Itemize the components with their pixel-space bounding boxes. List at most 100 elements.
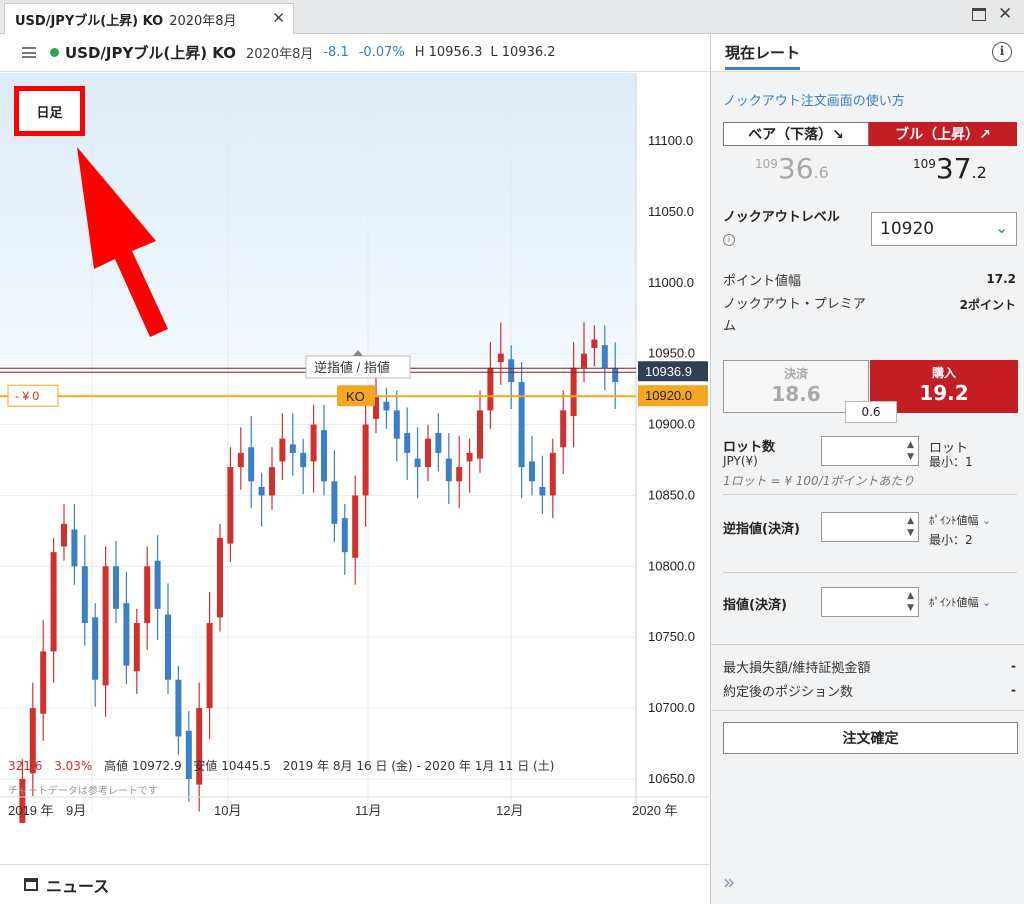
candle-body [248, 447, 255, 482]
timeframe-button[interactable]: 日足 [14, 86, 85, 136]
candle-body [560, 410, 567, 448]
order-tag-label: 逆指値 / 指値 [314, 360, 390, 375]
candle-body [40, 651, 47, 714]
confirm-order-button[interactable]: 注文確定 [723, 722, 1018, 754]
stop-input[interactable]: ▲ ▼ [821, 512, 919, 542]
candle-body [549, 452, 556, 496]
bull-button[interactable]: ブル（上昇）↗ [869, 122, 1017, 146]
candle-body [435, 433, 442, 453]
howto-link[interactable]: ノックアウト注文画面の使い方 [723, 90, 905, 109]
stepper-down-icon[interactable]: ▼ [907, 603, 914, 613]
candle-body [154, 560, 161, 609]
candle-body [331, 481, 338, 524]
max-loss-value: - [1011, 659, 1016, 673]
candle-body [144, 566, 151, 624]
candle-body [269, 467, 275, 496]
ko-info-icon[interactable]: i [723, 234, 735, 246]
stepper-up-icon[interactable]: ▲ [907, 516, 914, 526]
candle-body [81, 566, 88, 624]
limit-unit[interactable]: ﾎﾟｲﾝﾄ値幅 ⌄ [929, 594, 991, 610]
candle-body [175, 679, 182, 737]
candle-body [425, 438, 431, 468]
x-axis-label: 10月 [214, 803, 241, 818]
panel-header: 現在レート i [711, 34, 1024, 72]
x-axis-label: 9月 [66, 803, 86, 818]
tab-bar: USD/JPYブル(上昇) KO 2020年8月 ✕ ✕ [0, 0, 1024, 34]
lot-label: ロット数 [723, 440, 776, 455]
stop-unit[interactable]: ﾎﾟｲﾝﾄ値幅 ⌄ [929, 512, 991, 528]
candle-body [102, 566, 109, 686]
instrument-month: 2020年8月 [245, 47, 314, 62]
ko-badge-label: KO [346, 389, 365, 404]
stepper-down-icon[interactable]: ▼ [907, 528, 914, 538]
candle-body [352, 495, 359, 558]
maximize-icon[interactable] [972, 8, 986, 21]
candle-body [61, 523, 67, 547]
candle-body [581, 353, 587, 368]
candlestick-chart-svg[interactable]: 11100.0 11050.0 11000.0 10950.0 10900.0 10850… [0, 73, 710, 869]
x-axis-label: 2020 年 [632, 803, 678, 818]
price-chart[interactable]: 11100.0 11050.0 11000.0 10950.0 10900.0 10850… [0, 73, 710, 869]
point-width-value: 17.2 [986, 272, 1016, 286]
news-bar[interactable]: ニュース [0, 864, 710, 904]
candle-body [300, 452, 307, 468]
bull-rate: 109 37 .2 [913, 152, 987, 185]
stats-range: 2019 年 8月 16 日 (金) - 2020 年 1月 11 日 (土) [282, 759, 555, 773]
status-dot-icon [50, 48, 59, 57]
stats-pct: 3.03% [54, 759, 93, 773]
hamburger-menu-icon[interactable] [22, 47, 36, 58]
candle-body [113, 566, 119, 609]
lot-note: 1ロット = ¥ 100/1ポイントあたり [723, 474, 915, 488]
candle-body [50, 552, 57, 652]
stepper-down-icon[interactable]: ▼ [907, 452, 914, 462]
candle-body [279, 438, 286, 462]
stepper-up-icon[interactable]: ▲ [907, 440, 914, 450]
price-change-pct: -0.07% [358, 45, 405, 60]
candle-body [456, 467, 463, 482]
candle-body [601, 345, 608, 368]
candle-body [404, 433, 411, 453]
candle-body [321, 430, 327, 482]
lot-input[interactable]: ▲ ▼ [821, 436, 919, 466]
price-axis-label: 10750.0 [648, 629, 695, 644]
close-icon[interactable]: ✕ [272, 9, 285, 27]
x-axis-label: 12月 [496, 803, 523, 818]
tab-month: 2020年8月 [169, 13, 237, 29]
price-axis-label: 11050.0 [648, 204, 694, 219]
limit-label: 指値(決済) [723, 598, 787, 613]
tab-current-rate[interactable]: 現在レート [725, 42, 801, 70]
window-close-icon[interactable]: ✕ [998, 4, 1012, 24]
tab-title: USD/JPYブル(上昇) KO [15, 13, 164, 29]
candle-body [217, 537, 223, 618]
candle-body [612, 367, 619, 383]
positions-label: 約定後のポジション数 [723, 685, 854, 700]
candle-body [518, 382, 525, 468]
ko-level-label: ノックアウトレベル [723, 210, 840, 225]
limit-input[interactable]: ▲ ▼ [821, 587, 919, 617]
chart-tab[interactable]: USD/JPYブル(上昇) KO 2020年8月 ✕ [4, 3, 294, 34]
price-axis-label: 11100.0 [648, 133, 693, 148]
price-axis-label: 10700.0 [648, 700, 695, 715]
price-axis-label: 11000.0 [648, 275, 694, 290]
candle-body [237, 452, 244, 468]
info-icon[interactable]: i [992, 42, 1012, 62]
ko-level-select[interactable]: 10920 ⌄ [871, 212, 1017, 246]
divider [723, 494, 1017, 495]
candle-body [570, 367, 577, 417]
bear-rate: 109 36 .6 [755, 152, 829, 185]
low-price: L 10936.2 [490, 45, 556, 60]
news-icon [24, 878, 38, 891]
candle-body [414, 458, 421, 468]
spread-badge: 0.6 [845, 401, 897, 423]
positions-value: - [1011, 683, 1016, 697]
stop-min: 最小：2 [929, 533, 973, 547]
candle-body [508, 359, 515, 383]
candle-body [92, 617, 99, 680]
ko-price-tag-label: 10920.0 [645, 388, 692, 403]
bear-button[interactable]: ベア（下落）↘ [723, 122, 869, 146]
stats-high: 高値 10972.9 [104, 759, 182, 773]
candle-body [466, 452, 473, 462]
stepper-up-icon[interactable]: ▲ [907, 591, 914, 601]
order-panel: 現在レート i ノックアウト注文画面の使い方 ベア（下落）↘ ブル（上昇）↗ 1… [710, 34, 1024, 904]
collapse-panel-icon[interactable]: » [723, 870, 735, 894]
